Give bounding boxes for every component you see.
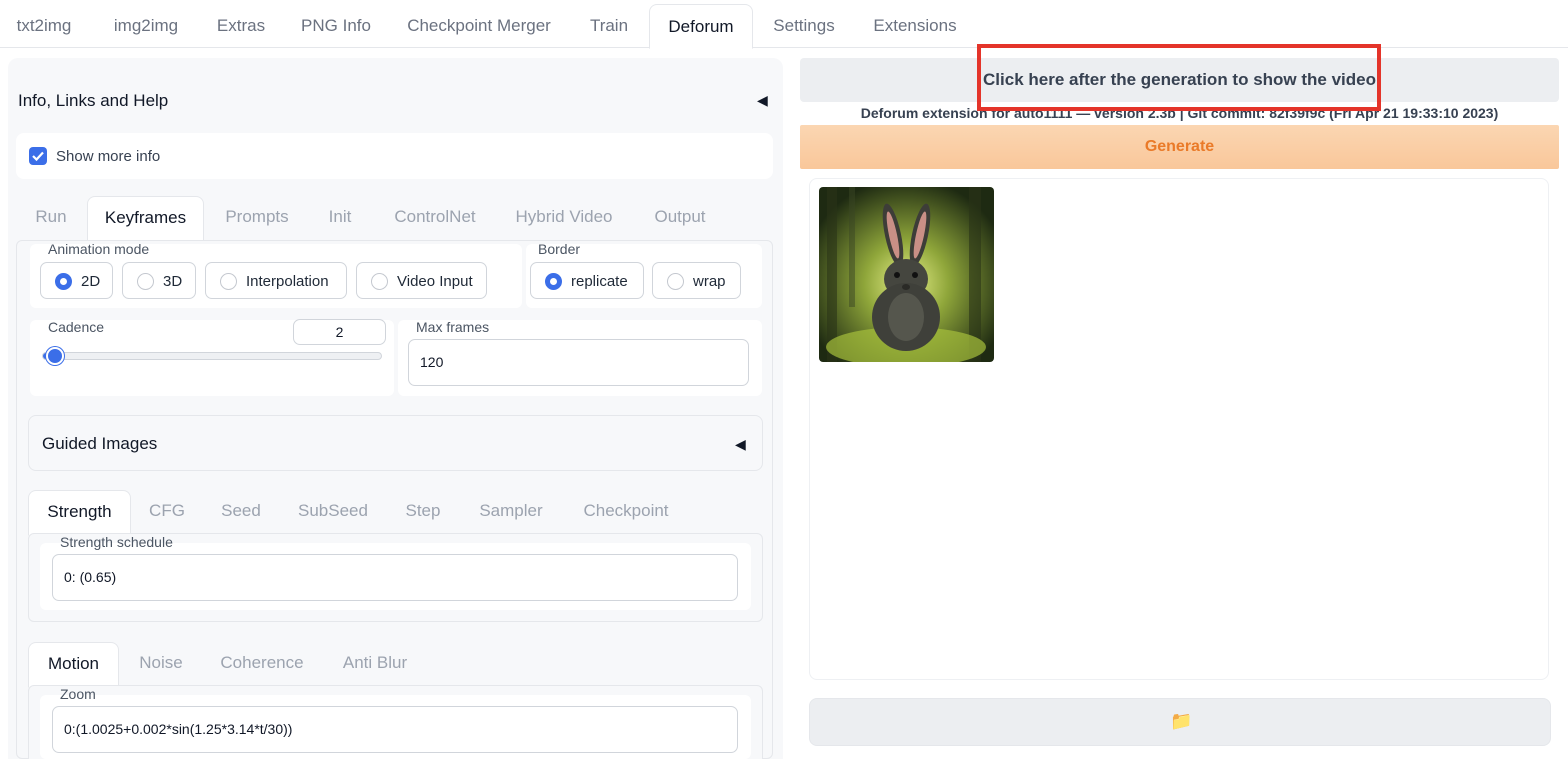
radio-label: Interpolation (246, 273, 329, 290)
tab-checkpoint-merger[interactable]: Checkpoint Merger (394, 0, 564, 48)
tab-strength[interactable]: Strength (28, 490, 131, 536)
tab-init[interactable]: Init (312, 196, 368, 242)
cadence-slider-track[interactable] (42, 352, 382, 360)
tab-extras[interactable]: Extras (204, 0, 278, 48)
tab-hybrid-video[interactable]: Hybrid Video (504, 196, 624, 242)
tab-coherence[interactable]: Coherence (208, 642, 316, 688)
radio-indicator (667, 273, 684, 290)
zoom-schedule-input[interactable]: 0:(1.0025+0.002*sin(1.25*3.14*t/30)) (52, 706, 738, 753)
collapse-caret-icon: ◀ (735, 436, 746, 452)
radio-indicator (137, 273, 154, 290)
animation-mode-label: Animation mode (48, 241, 150, 257)
radio-label: 3D (163, 273, 183, 290)
cadence-number-input[interactable]: 2 (293, 319, 386, 345)
radio-replicate[interactable]: replicate (530, 262, 644, 299)
generate-button[interactable]: Generate (800, 125, 1559, 169)
max-frames-label: Max frames (416, 319, 490, 335)
tab-txt2img[interactable]: txt2img (0, 0, 88, 48)
schedule-tab-bar: Strength CFG Seed SubSeed Step Sampler C… (28, 490, 763, 536)
tab-settings[interactable]: Settings (760, 0, 848, 48)
show-more-info-row: Show more info (16, 133, 773, 179)
folder-icon: 📁 (1170, 711, 1193, 731)
border-label: Border (538, 241, 581, 257)
radio-video-input[interactable]: Video Input (356, 262, 487, 299)
tab-keyframes[interactable]: Keyframes (87, 196, 204, 242)
tab-step[interactable]: Step (394, 490, 452, 536)
show-more-info-label: Show more info (56, 148, 161, 165)
generated-rabbit-image[interactable] (819, 187, 994, 362)
tab-prompts[interactable]: Prompts (211, 196, 303, 242)
tab-checkpoint[interactable]: Checkpoint (576, 490, 676, 536)
tab-seed[interactable]: Seed (210, 490, 272, 536)
tab-img2img[interactable]: img2img (96, 0, 196, 48)
show-more-info-checkbox[interactable] (29, 147, 47, 165)
tab-subseed[interactable]: SubSeed (290, 490, 376, 536)
radio-2d[interactable]: 2D (40, 262, 113, 299)
guided-images-accordion[interactable]: Guided Images ◀ (28, 415, 763, 471)
radio-indicator (220, 273, 237, 290)
top-tab-bar: txt2img img2img Extras PNG Info Checkpoi… (0, 0, 1568, 49)
max-frames-input[interactable]: 120 (408, 339, 749, 386)
radio-3d[interactable]: 3D (122, 262, 196, 299)
radio-label: Video Input (397, 273, 473, 290)
radio-label: replicate (571, 273, 628, 290)
motion-tab-bar: Motion Noise Coherence Anti Blur (28, 642, 763, 688)
output-gallery (809, 178, 1549, 680)
radio-indicator (55, 273, 72, 290)
tab-sampler[interactable]: Sampler (468, 490, 554, 536)
tab-cfg[interactable]: CFG (140, 490, 194, 536)
strength-schedule-label: Strength schedule (60, 534, 173, 550)
highlight-box (977, 44, 1381, 111)
tab-anti-blur[interactable]: Anti Blur (330, 642, 420, 688)
strength-schedule-input[interactable]: 0: (0.65) (52, 554, 738, 601)
cadence-label: Cadence (48, 319, 105, 335)
right-panel: Click here after the generation to show … (800, 58, 1560, 759)
tab-output[interactable]: Output (638, 196, 722, 242)
accordion-title: Info, Links and Help (18, 91, 169, 110)
tab-noise[interactable]: Noise (128, 642, 194, 688)
radio-label: 2D (81, 273, 101, 290)
accordion-title: Guided Images (42, 434, 158, 453)
radio-wrap[interactable]: wrap (652, 262, 741, 299)
radio-interpolation[interactable]: Interpolation (205, 262, 347, 299)
info-links-help-accordion[interactable]: Info, Links and Help ◀ (16, 84, 773, 116)
open-folder-button[interactable]: 📁 (809, 698, 1551, 746)
tab-motion[interactable]: Motion (28, 642, 119, 688)
zoom-label: Zoom (60, 686, 96, 702)
cadence-slider-thumb[interactable] (46, 347, 64, 365)
collapse-caret-icon: ◀ (757, 92, 768, 108)
radio-label: wrap (693, 273, 726, 290)
main-tab-bar: Run Keyframes Prompts Init ControlNet Hy… (16, 196, 773, 242)
radio-indicator (545, 273, 562, 290)
tab-run[interactable]: Run (20, 196, 82, 242)
tab-extensions[interactable]: Extensions (860, 0, 970, 48)
tab-train[interactable]: Train (574, 0, 644, 48)
rabbit-image (819, 187, 994, 362)
checkmark-icon (32, 151, 44, 162)
tab-png-info[interactable]: PNG Info (288, 0, 384, 48)
radio-indicator (371, 273, 388, 290)
tab-deforum[interactable]: Deforum (649, 4, 753, 49)
tab-controlnet[interactable]: ControlNet (376, 196, 494, 242)
